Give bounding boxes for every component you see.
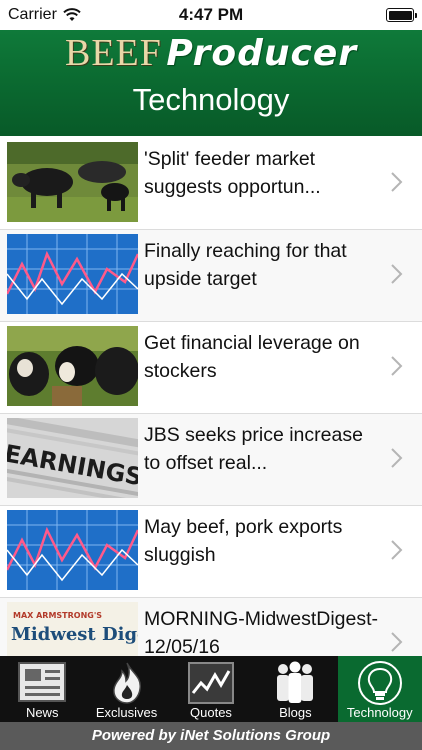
- chevron-right-icon: [391, 356, 403, 376]
- list-item[interactable]: May beef, pork exports sluggish: [0, 506, 422, 598]
- tab-label: Blogs: [279, 705, 312, 720]
- newspaper-icon: [18, 662, 67, 702]
- article-title: 'Split' feeder market suggests opportun.…: [144, 148, 321, 198]
- chevron-right-icon: [391, 632, 403, 652]
- fire-icon: [112, 662, 141, 704]
- battery-icon: [386, 8, 417, 22]
- chevron-right-icon: [391, 540, 403, 560]
- page-title: Technology: [132, 82, 290, 117]
- tab-label: News: [25, 705, 59, 720]
- logo-producer-text: Producer: [166, 33, 358, 74]
- midwest-digest-thumbnail: MAX ARMSTRONG'S Midwest Digest: [7, 602, 138, 656]
- list-item[interactable]: 'Split' feeder market suggests opportun.…: [0, 138, 422, 230]
- article-title: Get financial leverage on stockers: [144, 332, 360, 382]
- stock-chart-thumbnail: [7, 234, 138, 314]
- chevron-right-icon: [391, 448, 403, 468]
- article-title: JBS seeks price increase to offset real.…: [144, 424, 363, 474]
- chart-line-icon: [187, 662, 234, 704]
- article-list[interactable]: 'Split' feeder market suggests opportun.…: [0, 138, 422, 656]
- powered-by-footer: Powered by iNet Solutions Group: [0, 722, 422, 750]
- cattle-feeding-thumbnail: [7, 326, 138, 406]
- chevron-right-icon: [391, 264, 403, 284]
- article-title: MORNING-MidwestDigest-12/05/16: [144, 608, 379, 656]
- list-item[interactable]: MAX ARMSTRONG'S Midwest Digest MORNING-M…: [0, 598, 422, 656]
- status-bar: Carrier 4:47 PM: [0, 0, 422, 30]
- tab-label: Technology: [346, 705, 413, 720]
- cattle-pasture-thumbnail: [7, 142, 138, 222]
- midwest-digest-main-text: Midwest Digest: [11, 624, 138, 645]
- logo-beef-text: BEEF: [64, 32, 162, 74]
- tab-label: Quotes: [190, 705, 232, 720]
- tab-technology[interactable]: Technology: [337, 656, 422, 722]
- tab-bar: News Exclusives Quotes Blogs Technology: [0, 656, 422, 722]
- beef-producer-logo: BEEF Producer: [0, 30, 422, 78]
- midwest-digest-top-text: MAX ARMSTRONG'S: [13, 611, 102, 620]
- list-item[interactable]: Get financial leverage on stockers: [0, 322, 422, 414]
- tab-quotes[interactable]: Quotes: [169, 656, 253, 722]
- article-title: Finally reaching for that upside target: [144, 240, 347, 290]
- article-title: May beef, pork exports sluggish: [144, 516, 343, 566]
- stock-chart-thumbnail: [7, 510, 138, 590]
- earnings-newspaper-thumbnail: EARNINGS: [7, 418, 138, 498]
- list-item[interactable]: EARNINGS JBS seeks price increase to off…: [0, 414, 422, 506]
- status-time: 4:47 PM: [178, 5, 244, 24]
- tab-news[interactable]: News: [0, 656, 84, 722]
- tab-exclusives[interactable]: Exclusives: [84, 656, 168, 722]
- chevron-right-icon: [391, 172, 403, 192]
- tab-label: Exclusives: [95, 705, 158, 720]
- list-item[interactable]: Finally reaching for that upside target: [0, 230, 422, 322]
- tab-blogs[interactable]: Blogs: [253, 656, 337, 722]
- lightbulb-icon: [357, 661, 402, 705]
- app-header: BEEF Producer Technology: [0, 30, 422, 136]
- people-icon: [277, 661, 314, 703]
